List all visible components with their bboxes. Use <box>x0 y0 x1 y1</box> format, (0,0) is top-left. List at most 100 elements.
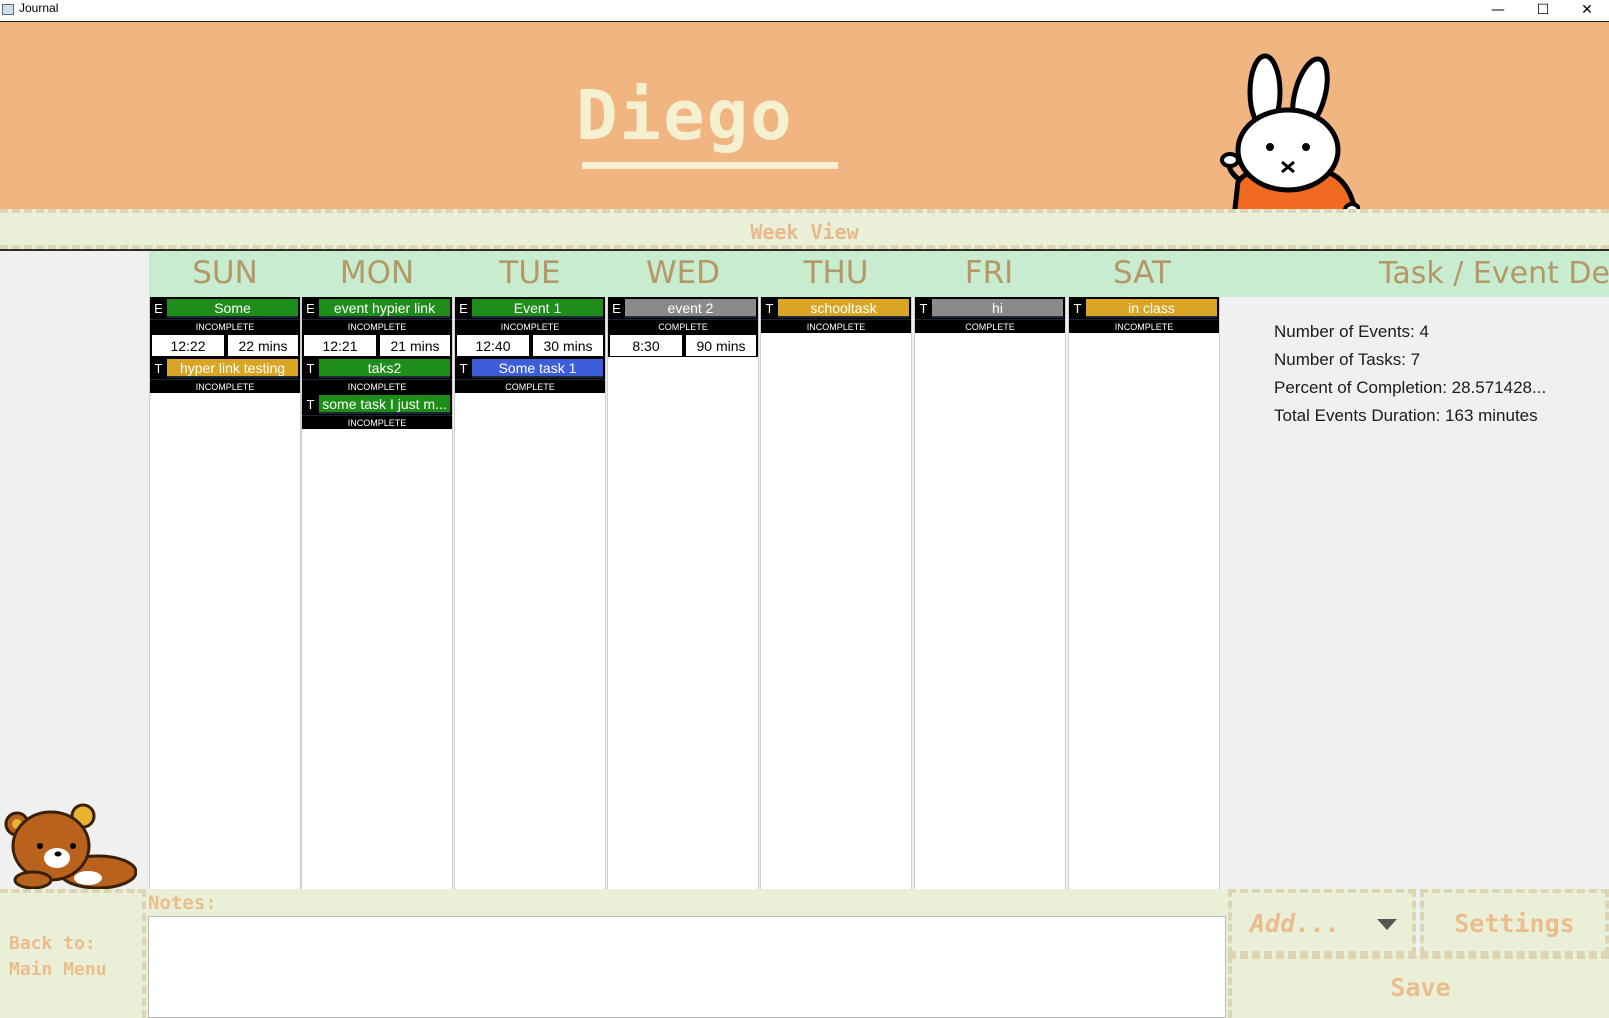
task-entry[interactable]: T hi <box>915 297 1065 319</box>
task-title[interactable]: taks2 <box>319 359 450 378</box>
event-duration: 22 mins <box>228 335 298 356</box>
chevron-down-icon[interactable] <box>1377 919 1397 930</box>
item-kind-label: T <box>919 300 928 316</box>
event-time-row: 12:40 30 mins <box>455 333 605 357</box>
add-dropdown[interactable]: Add... <box>1228 889 1416 955</box>
status-label[interactable]: INCOMPLETE <box>761 319 911 333</box>
event-duration: 21 mins <box>380 335 450 356</box>
save-label: Save <box>1390 973 1451 1002</box>
day-column-mon[interactable]: E event hypier link INCOMPLETE 12:21 21 … <box>301 297 453 889</box>
event-entry[interactable]: E event 2 <box>608 297 758 319</box>
week-view-bar: Week View <box>0 209 1609 249</box>
status-label[interactable]: INCOMPLETE <box>302 415 452 429</box>
name-underline <box>582 162 838 169</box>
bear-icon <box>4 803 137 890</box>
day-header-fri: FRI <box>964 255 1014 291</box>
journal-owner-name: Diego <box>576 76 794 156</box>
day-column-sun[interactable]: E Some INCOMPLETE 12:22 22 mins T hyper … <box>149 297 301 889</box>
maximize-button[interactable]: ☐ <box>1521 0 1565 20</box>
item-kind-label: E <box>306 300 315 316</box>
settings-button[interactable]: Settings <box>1420 889 1609 955</box>
item-kind-label: T <box>154 360 163 376</box>
add-label: Add... <box>1250 909 1341 938</box>
day-header-mon: MON <box>339 255 415 291</box>
task-entry[interactable]: T taks2 <box>302 357 452 379</box>
event-duration: 30 mins <box>533 335 603 356</box>
task-title[interactable]: Some task 1 <box>472 359 603 378</box>
day-header-sun: SUN <box>192 255 258 291</box>
notes-label: Notes: <box>148 892 217 914</box>
event-time-row: 12:22 22 mins <box>150 333 300 357</box>
item-kind-label: T <box>765 300 774 316</box>
event-start-time: 12:21 <box>304 335 376 356</box>
event-start-time: 12:22 <box>152 335 224 356</box>
header-banner: Diego <box>0 22 1609 226</box>
day-header-wed: WED <box>645 255 721 291</box>
task-entry[interactable]: T hyper link testing <box>150 357 300 379</box>
task-entry[interactable]: T some task I just m... <box>302 393 452 415</box>
close-button[interactable]: ✕ <box>1565 0 1609 20</box>
item-kind-label: E <box>612 300 621 316</box>
task-entry[interactable]: T Some task 1 <box>455 357 605 379</box>
status-label[interactable]: INCOMPLETE <box>455 319 605 333</box>
event-duration: 90 mins <box>686 335 756 356</box>
day-header-strip: SUN MON TUE WED THU FRI SAT Task / Event… <box>149 251 1609 297</box>
day-header-thu: THU <box>803 255 869 291</box>
day-column-wed[interactable]: E event 2 COMPLETE 8:30 90 mins <box>607 297 759 889</box>
completion-percent: Percent of Completion: 28.571428... <box>1274 378 1547 397</box>
task-title[interactable]: in class <box>1086 299 1217 318</box>
event-entry[interactable]: E Some <box>150 297 300 319</box>
item-kind-label: E <box>459 300 468 316</box>
events-count: Number of Events: 4 <box>1274 322 1429 341</box>
event-title[interactable]: Some <box>167 299 298 318</box>
event-time-row: 12:21 21 mins <box>302 333 452 357</box>
settings-label: Settings <box>1454 909 1575 938</box>
event-entry[interactable]: E Event 1 <box>455 297 605 319</box>
day-column-tue[interactable]: E Event 1 INCOMPLETE 12:40 30 mins T Som… <box>454 297 606 889</box>
event-title[interactable]: event hypier link <box>319 299 450 318</box>
events-duration: Total Events Duration: 163 minutes <box>1274 406 1538 425</box>
back-to-main-menu-button[interactable]: Back to: Main Menu <box>0 889 146 1018</box>
status-label[interactable]: COMPLETE <box>608 319 758 333</box>
details-title: Task / Event Details <box>1379 256 1609 291</box>
status-label[interactable]: INCOMPLETE <box>150 319 300 333</box>
bunny-icon <box>1220 53 1360 226</box>
notes-section: Notes: <box>146 889 1228 1018</box>
event-entry[interactable]: E event hypier link <box>302 297 452 319</box>
status-label[interactable]: INCOMPLETE <box>302 379 452 393</box>
item-kind-label: T <box>459 360 468 376</box>
event-start-time: 8:30 <box>610 335 682 356</box>
event-start-time: 12:40 <box>457 335 529 356</box>
status-label[interactable]: INCOMPLETE <box>150 379 300 393</box>
status-label[interactable]: INCOMPLETE <box>1069 319 1219 333</box>
task-title[interactable]: hyper link testing <box>167 359 298 378</box>
status-label[interactable]: INCOMPLETE <box>302 319 452 333</box>
notes-textarea[interactable] <box>148 916 1226 1018</box>
day-column-fri[interactable]: T hi COMPLETE <box>914 297 1066 889</box>
app-icon <box>2 4 14 15</box>
save-button[interactable]: Save <box>1228 955 1609 1018</box>
details-panel: Number of Events: 4 Number of Tasks: 7 P… <box>1274 318 1546 430</box>
back-label-line1: Back to: <box>9 933 96 954</box>
window-title: Journal <box>19 1 59 15</box>
task-entry[interactable]: T schooltask <box>761 297 911 319</box>
task-title[interactable]: some task I just m... <box>319 395 450 414</box>
day-column-sat[interactable]: T in class INCOMPLETE <box>1068 297 1220 889</box>
day-column-thu[interactable]: T schooltask INCOMPLETE <box>760 297 912 889</box>
item-kind-label: T <box>306 360 315 376</box>
event-title[interactable]: event 2 <box>625 299 756 318</box>
event-title[interactable]: Event 1 <box>472 299 603 318</box>
task-title[interactable]: schooltask <box>778 299 909 318</box>
minimize-button[interactable]: — <box>1476 0 1520 20</box>
event-time-row: 8:30 90 mins <box>608 333 758 357</box>
tasks-count: Number of Tasks: 7 <box>1274 350 1421 369</box>
item-kind-label: T <box>306 396 315 412</box>
day-header-sat: SAT <box>1113 255 1171 291</box>
task-title[interactable]: hi <box>932 299 1063 318</box>
status-label[interactable]: COMPLETE <box>915 319 1065 333</box>
day-header-tue: TUE <box>499 255 561 291</box>
window-titlebar: Journal — ☐ ✕ <box>0 0 1609 22</box>
task-entry[interactable]: T in class <box>1069 297 1219 319</box>
status-label[interactable]: COMPLETE <box>455 379 605 393</box>
week-view-label: Week View <box>750 220 859 244</box>
